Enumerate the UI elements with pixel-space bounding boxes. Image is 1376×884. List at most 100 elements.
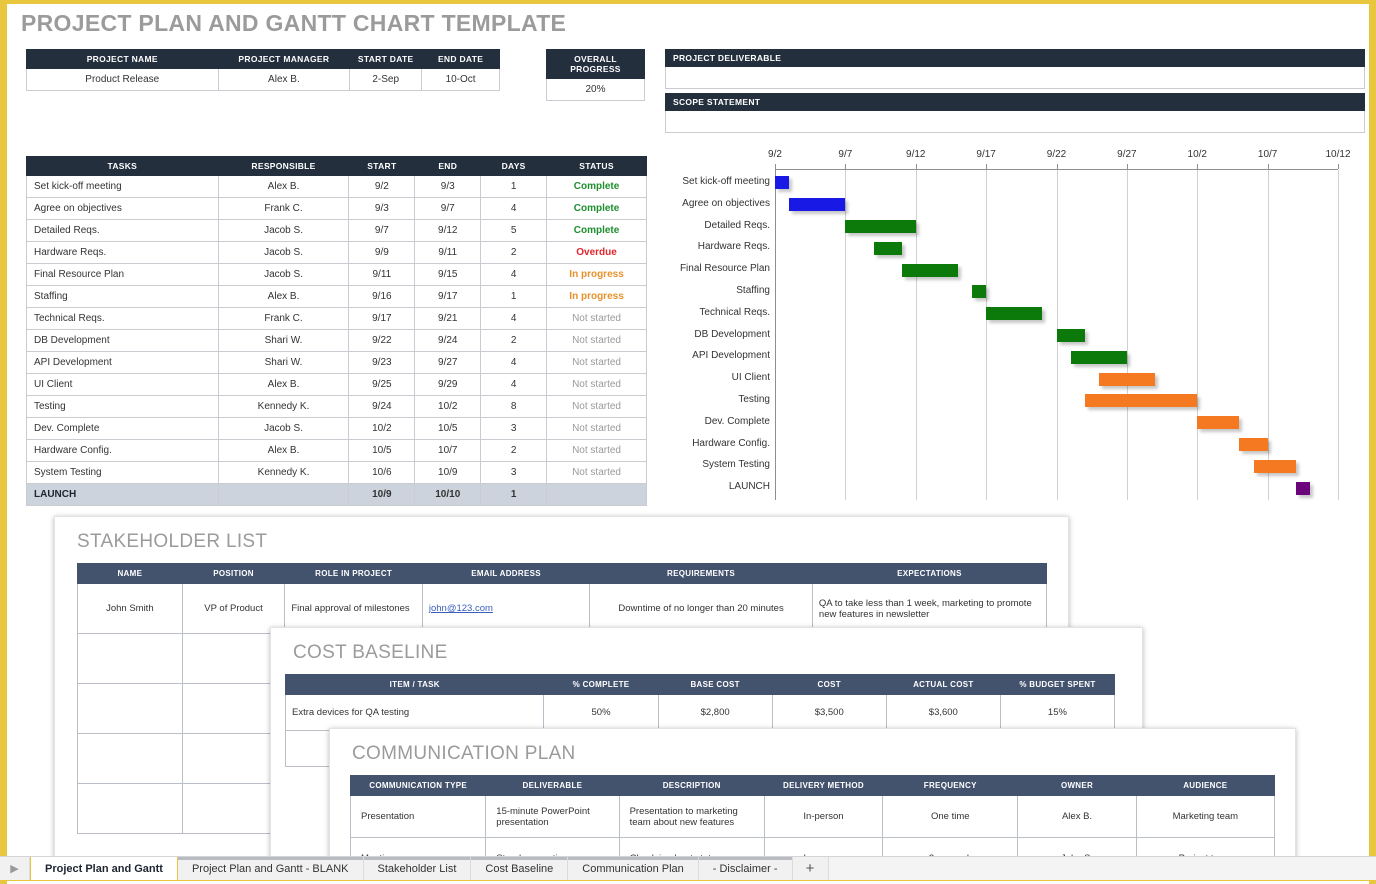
cell-task[interactable]: DB Development	[26, 329, 219, 352]
gantt-bar[interactable]	[1197, 416, 1240, 430]
table-row[interactable]: Final Resource Plan Jacob S. 9/11 9/15 4 In p…	[26, 263, 647, 286]
cell-status[interactable]: Not started	[546, 351, 647, 374]
cell-responsible[interactable]: Kennedy K.	[217, 461, 350, 484]
gantt-bar[interactable]	[845, 220, 916, 233]
cell-end[interactable]: 10/9	[414, 461, 482, 484]
cell-start[interactable]: 9/25	[348, 373, 416, 396]
cell-start[interactable]: 9/23	[348, 351, 416, 374]
table-row[interactable]: System Testing Kennedy K. 10/6 10/9 3 Not sta…	[26, 461, 647, 484]
cell-overall-progress-value[interactable]: 20%	[546, 78, 645, 101]
sheet-tab-project-plan-and-gantt[interactable]: Project Plan and Gantt	[30, 857, 178, 880]
cell-days[interactable]: 5	[480, 219, 548, 242]
cell-end[interactable]: 10/7	[414, 439, 482, 462]
cell-base-cost[interactable]: $2,800	[657, 694, 773, 731]
table-row[interactable]: Extra devices for QA testing 50% $2,800 $3,…	[284, 694, 1116, 731]
cell-responsible[interactable]: Alex B.	[217, 175, 350, 198]
cell-days[interactable]: 4	[480, 351, 548, 374]
gantt-bar[interactable]	[1070, 350, 1127, 364]
gantt-bar[interactable]	[1056, 329, 1085, 342]
cell-responsible[interactable]: Shari W.	[217, 329, 350, 352]
cell-days[interactable]: 1	[480, 285, 548, 308]
cell-status[interactable]: Complete	[546, 197, 647, 220]
gantt-bar[interactable]	[972, 285, 987, 299]
cell-days[interactable]: 4	[480, 307, 548, 330]
sheet-tab-disclaimer[interactable]: - Disclaimer -	[698, 857, 793, 880]
cell-days[interactable]: 2	[480, 329, 548, 352]
cell-email[interactable]: john@123.com	[421, 583, 591, 634]
table-row[interactable]: Technical Reqs. Frank C. 9/17 9/21 4 Not star…	[26, 307, 647, 330]
cell-start-date[interactable]: 2-Sep	[349, 68, 423, 91]
cell-end[interactable]: 10/10	[414, 483, 482, 506]
cell-status[interactable]: Overdue	[546, 241, 647, 264]
cell-days[interactable]: 2	[480, 241, 548, 264]
cell-end[interactable]: 9/11	[414, 241, 482, 264]
cell-end[interactable]: 9/24	[414, 329, 482, 352]
cell-project-manager[interactable]: Alex B.	[217, 68, 351, 91]
cell-name[interactable]	[77, 633, 183, 684]
cell-task[interactable]: API Development	[26, 351, 219, 374]
cell-task[interactable]: Hardware Config.	[26, 439, 219, 462]
cell-type[interactable]: Presentation	[349, 795, 487, 838]
cell-requirements[interactable]: Downtime of no longer than 20 minutes	[589, 583, 813, 634]
cell-audience[interactable]: Marketing team	[1135, 795, 1276, 838]
cell-start[interactable]: 9/2	[348, 175, 416, 198]
sheet-tab-communication-plan[interactable]: Communication Plan	[568, 857, 699, 880]
table-row[interactable]: John Smith VP of Product Final approval of…	[77, 583, 1048, 634]
cell-task[interactable]: Detailed Reqs.	[26, 219, 219, 242]
cell-start[interactable]: 9/3	[348, 197, 416, 220]
cell-task[interactable]: Final Resource Plan	[26, 263, 219, 286]
cell-position[interactable]: VP of Product	[181, 583, 286, 634]
cell-start[interactable]: 10/6	[348, 461, 416, 484]
cell-name[interactable]	[77, 683, 183, 734]
cell-end[interactable]: 9/21	[414, 307, 482, 330]
table-row[interactable]: Dev. Complete Jacob S. 10/2 10/5 3 Not starte…	[26, 417, 647, 440]
cell-start[interactable]: 9/17	[348, 307, 416, 330]
cell-responsible[interactable]: Shari W.	[217, 351, 350, 374]
cell-status[interactable]: Not started	[546, 461, 647, 484]
gantt-bar[interactable]	[901, 263, 958, 277]
cell-status[interactable]: Complete	[546, 175, 647, 198]
cell-end[interactable]: 9/12	[414, 219, 482, 242]
gantt-bar[interactable]	[1295, 481, 1310, 495]
cell-start[interactable]: 9/9	[348, 241, 416, 264]
cell-expectations[interactable]: QA to take less than 1 week, marketing t…	[811, 583, 1048, 634]
gantt-bar[interactable]	[789, 198, 846, 212]
table-row[interactable]: UI Client Alex B. 9/25 9/29 4 Not started	[26, 373, 647, 396]
gantt-bar[interactable]	[1084, 394, 1198, 408]
table-row[interactable]: Product Release Alex B. 2-Sep 10-Oct	[26, 68, 500, 91]
cell-role[interactable]: Final approval of milestones	[284, 583, 423, 634]
cell-days[interactable]: 1	[480, 483, 548, 506]
cell-days[interactable]: 3	[480, 461, 548, 484]
cell-start[interactable]: 9/16	[348, 285, 416, 308]
gantt-bar[interactable]	[1253, 459, 1296, 473]
cell-end[interactable]: 9/7	[414, 197, 482, 220]
cell-task[interactable]: Set kick-off meeting	[26, 175, 219, 198]
cell-responsible[interactable]	[217, 483, 350, 506]
cell-responsible[interactable]: Jacob S.	[217, 219, 350, 242]
table-row[interactable]: Hardware Config. Alex B. 10/5 10/7 2 Not star…	[26, 439, 647, 462]
email-link[interactable]: john@123.com	[429, 603, 493, 614]
cell-end[interactable]: 9/3	[414, 175, 482, 198]
cell-method[interactable]: In-person	[763, 795, 884, 838]
sheet-tab-stakeholder-list[interactable]: Stakeholder List	[363, 857, 472, 880]
gantt-bar[interactable]	[1239, 438, 1268, 451]
table-row[interactable]: Agree on objectives Frank C. 9/3 9/7 4 Comple…	[26, 197, 647, 220]
cell-task[interactable]: UI Client	[26, 373, 219, 396]
table-row[interactable]: LAUNCH 10/9 10/10 1	[26, 483, 647, 506]
cell-end[interactable]: 9/17	[414, 285, 482, 308]
cell-task[interactable]: System Testing	[26, 461, 219, 484]
cell-owner[interactable]: Alex B.	[1017, 795, 1137, 838]
cell-start[interactable]: 9/11	[348, 263, 416, 286]
cell-status[interactable]: In progress	[546, 285, 647, 308]
table-row[interactable]: Set kick-off meeting Alex B. 9/2 9/3 1 Comple…	[26, 175, 647, 198]
table-row[interactable]: Detailed Reqs. Jacob S. 9/7 9/12 5 Complete	[26, 219, 647, 242]
cell-task[interactable]: Technical Reqs.	[26, 307, 219, 330]
cell-task[interactable]: Hardware Reqs.	[26, 241, 219, 264]
cell-status[interactable]	[546, 483, 647, 506]
cell-project-name[interactable]: Product Release	[26, 68, 219, 91]
cell-start[interactable]: 9/7	[348, 219, 416, 242]
cell-responsible[interactable]: Frank C.	[217, 307, 350, 330]
cell-responsible[interactable]: Kennedy K.	[217, 395, 350, 418]
cell-task[interactable]: Dev. Complete	[26, 417, 219, 440]
cell-name[interactable]: John Smith	[77, 583, 183, 634]
